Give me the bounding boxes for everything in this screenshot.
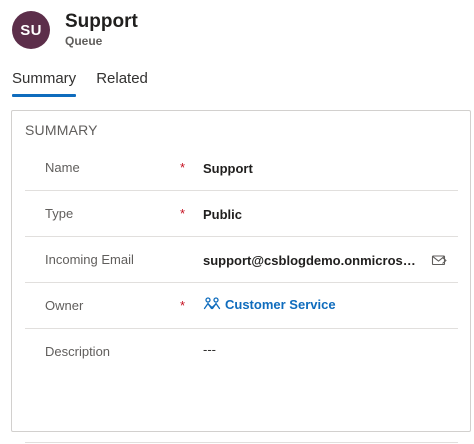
tab-list: Summary Related [12, 70, 168, 97]
field-label-incoming-email: Incoming Email [45, 252, 134, 267]
field-value-description[interactable]: --- [203, 342, 216, 357]
record-header: SU Support Queue [12, 9, 462, 53]
required-indicator: * [180, 160, 186, 175]
owner-lookup-link[interactable]: Customer Service [203, 296, 336, 312]
section-title: SUMMARY [25, 122, 98, 138]
field-value-type[interactable]: Public [203, 207, 242, 222]
owner-lookup-label[interactable]: Customer Service [225, 297, 336, 312]
page-title: Support [65, 11, 138, 32]
field-value-name[interactable]: Support [203, 161, 253, 176]
required-indicator: * [180, 206, 186, 221]
email-send-icon[interactable] [431, 252, 447, 268]
field-label-name: Name [45, 160, 80, 175]
required-indicator: * [180, 298, 186, 313]
avatar: SU [12, 11, 50, 49]
summary-section: SUMMARY Name * Support Type * Public Inc… [11, 110, 471, 443]
tab-summary[interactable]: Summary [12, 70, 77, 97]
field-label-description: Description [45, 344, 111, 359]
field-list: Name * Support Type * Public Incoming Em… [25, 145, 458, 443]
field-label-owner: Owner [45, 298, 84, 313]
entity-type: Queue [65, 34, 103, 48]
field-row-owner[interactable]: Owner * Customer Service [25, 283, 458, 329]
field-label-type: Type [45, 206, 74, 221]
field-row-description[interactable]: Description --- [25, 329, 458, 443]
team-icon [203, 296, 221, 312]
field-value-incoming-email[interactable]: support@csblogdemo.onmicrosoft.com [203, 253, 421, 268]
tab-related[interactable]: Related [96, 70, 148, 96]
field-row-incoming-email[interactable]: Incoming Email support@csblogdemo.onmicr… [25, 237, 458, 283]
field-row-type[interactable]: Type * Public [25, 191, 458, 237]
field-row-name[interactable]: Name * Support [25, 145, 458, 191]
